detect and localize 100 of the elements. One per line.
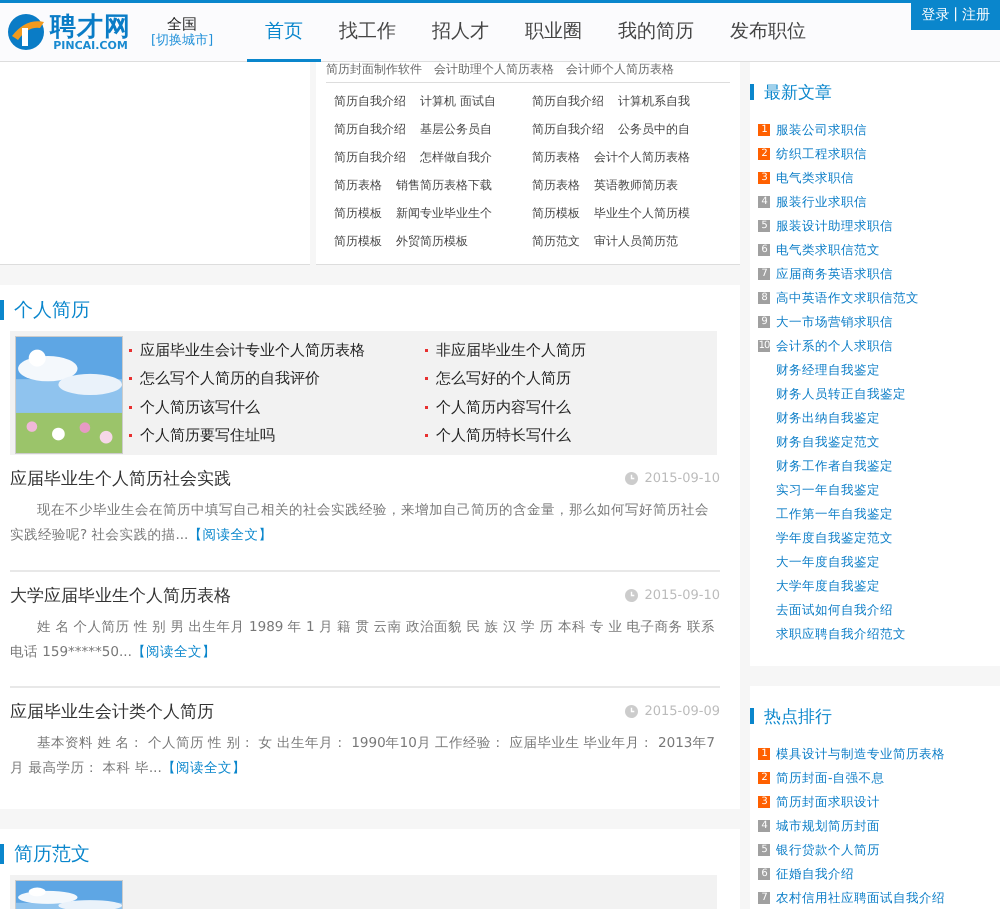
read-more-link[interactable]: 【阅读全文】: [132, 644, 216, 660]
rank-badge: 4: [758, 196, 770, 208]
article-link[interactable]: 个人简历内容写什么: [436, 398, 571, 417]
article-link[interactable]: 实习一年自我鉴定: [776, 482, 880, 498]
category-link[interactable]: 简历自我介绍: [334, 115, 406, 143]
article-link[interactable]: 纺织工程求职信: [776, 146, 867, 162]
logo-domain: PINCAI.COM: [53, 40, 128, 50]
article-summary: 现在不少毕业生会在简历中填写自己相关的社会实践经验，来增加自己简历的含金量，那么如何写好简历社会实践经验呢? 社会实践的描...【阅读全文】: [10, 501, 710, 545]
article-link[interactable]: 财务人员转正自我鉴定: [776, 386, 906, 402]
article-date: 2015-09-10: [644, 471, 720, 486]
category-link[interactable]: 简历自我介绍: [334, 143, 406, 171]
nav-tab[interactable]: 招人才: [414, 2, 508, 62]
separator: |: [953, 6, 958, 24]
article-link[interactable]: 怎么写好的个人简历: [436, 369, 571, 388]
article-link[interactable]: 去面试如何自我介绍: [776, 602, 893, 618]
article-title[interactable]: 大学应届毕业生个人简历表格: [10, 584, 231, 606]
nav-tab[interactable]: 找工作: [321, 2, 414, 62]
rank-badge: 2: [758, 772, 770, 784]
bullet-icon: [425, 377, 428, 380]
keyword-link[interactable]: 销售简历表格下载: [396, 171, 492, 199]
article-link[interactable]: 服装行业求职信: [776, 194, 867, 210]
keyword-link[interactable]: 会计个人简历表格: [594, 143, 690, 171]
article-link[interactable]: 模具设计与制造专业简历表格: [776, 746, 945, 762]
article-link[interactable]: 电气类求职信范文: [776, 242, 880, 258]
article-link[interactable]: 个人简历要写住址吗: [140, 426, 275, 446]
article-link[interactable]: 非应届毕业生个人简历: [436, 340, 586, 360]
article-link[interactable]: 服装设计助理求职信: [776, 218, 893, 234]
nav-tab[interactable]: 发布职位: [712, 2, 824, 62]
keyword-link[interactable]: 会计助理个人简历表格: [434, 62, 554, 76]
article-link[interactable]: 电气类求职信: [776, 170, 854, 186]
bullet-icon: [425, 406, 428, 409]
article-link[interactable]: 财务工作者自我鉴定: [776, 458, 893, 474]
read-more-link[interactable]: 【阅读全文】: [188, 527, 272, 543]
category-link[interactable]: 简历表格: [532, 171, 580, 199]
article-link[interactable]: 求职应聘自我介绍范文: [776, 626, 906, 642]
rank-badge: 9: [758, 316, 770, 328]
article-link[interactable]: 农村信用社应聘面试自我介绍: [776, 890, 945, 906]
category-link[interactable]: 简历自我介绍: [532, 87, 604, 115]
category-link[interactable]: 简历表格: [532, 143, 580, 171]
article-summary: 基本资料 姓 名： 个人简历 性 别： 女 出生年月： 1990年10月 工作经验： 应届毕业生 毕业年月： 2013年7月 最高学历： 本科 毕...【阅读全文】: [10, 734, 716, 778]
rank-badge: 10: [758, 340, 770, 352]
keyword-link[interactable]: 审计人员简历范: [594, 227, 678, 255]
login-link[interactable]: 登录: [921, 6, 950, 24]
article-date: 2015-09-09: [644, 704, 720, 719]
article-link[interactable]: 个人简历该写什么: [140, 398, 260, 417]
nav-tab[interactable]: 职业圈: [507, 2, 600, 62]
category-link[interactable]: 简历自我介绍: [532, 115, 604, 143]
rank-badge: 6: [758, 868, 770, 880]
article-date: 2015-09-10: [644, 588, 720, 602]
category-link[interactable]: 简历模板: [334, 199, 382, 227]
article-link[interactable]: 大一年度自我鉴定: [776, 554, 880, 570]
article-link[interactable]: 大学年度自我鉴定: [776, 578, 880, 594]
article-link[interactable]: 银行贷款个人简历: [776, 842, 880, 858]
article-link[interactable]: 服装公司求职信: [776, 122, 867, 138]
register-link[interactable]: 注册: [962, 6, 990, 24]
keyword-link[interactable]: 毕业生个人简历模: [594, 199, 690, 227]
keyword-link[interactable]: 外贸简历模板: [396, 227, 468, 255]
rank-badge: 7: [758, 892, 770, 904]
article-title[interactable]: 应届毕业生个人简历社会实践: [10, 467, 231, 490]
article-link[interactable]: 工作第一年自我鉴定: [776, 506, 893, 522]
keyword-link[interactable]: 会计师个人简历表格: [566, 62, 674, 76]
article-title[interactable]: 应届毕业生会计类个人简历: [10, 700, 214, 723]
article-link[interactable]: 怎么写个人简历的自我评价: [140, 369, 320, 388]
article-link[interactable]: 财务出纳自我鉴定: [776, 410, 880, 426]
rank-badge: 5: [758, 844, 770, 856]
article-link[interactable]: 个人简历特长写什么: [436, 426, 571, 446]
category-link[interactable]: 简历模板: [334, 227, 382, 255]
rank-badge: 6: [758, 244, 770, 256]
keyword-link[interactable]: 基层公务员自: [420, 115, 492, 143]
rank-badge: 5: [758, 220, 770, 232]
article-link[interactable]: 简历封面-自强不息: [776, 770, 885, 786]
keyword-link[interactable]: 计算机 面试自: [420, 87, 496, 115]
keyword-link[interactable]: 英语教师简历表: [594, 171, 678, 199]
article-link[interactable]: 征婚自我介绍: [776, 866, 854, 882]
article-link[interactable]: 学年度自我鉴定范文: [776, 530, 893, 546]
keyword-link[interactable]: 新闻专业毕业生个: [396, 199, 492, 227]
article-link[interactable]: 会计系的个人求职信: [776, 338, 893, 354]
bullet-icon: [129, 377, 132, 380]
article-link[interactable]: 城市规划简历封面: [776, 818, 880, 834]
article-link[interactable]: 大一市场营销求职信: [776, 314, 893, 330]
nav-tab[interactable]: 我的简历: [600, 2, 712, 62]
category-link[interactable]: 简历范文: [532, 227, 580, 255]
keyword-link[interactable]: 简历封面制作软件: [326, 62, 422, 76]
bullet-icon: [425, 434, 428, 438]
article-link[interactable]: 财务自我鉴定范文: [776, 434, 880, 450]
rank-badge: 8: [758, 292, 770, 304]
category-link[interactable]: 简历表格: [334, 171, 382, 199]
article-link[interactable]: 财务经理自我鉴定: [776, 362, 880, 378]
keyword-link[interactable]: 怎样做自我介: [420, 143, 492, 171]
category-link[interactable]: 简历模板: [532, 199, 580, 227]
article-link[interactable]: 应届商务英语求职信: [776, 266, 893, 282]
article-link[interactable]: 高中英语作文求职信范文: [776, 290, 919, 306]
keyword-link[interactable]: 计算机系自我: [618, 87, 690, 115]
article-link[interactable]: 应届毕业生会计专业个人简历表格: [140, 340, 365, 360]
keyword-link[interactable]: 公务员中的自: [618, 115, 690, 143]
category-link[interactable]: 简历自我介绍: [334, 87, 406, 115]
read-more-link[interactable]: 【阅读全文】: [162, 760, 246, 776]
article-link[interactable]: 简历封面求职设计: [776, 794, 880, 810]
article-summary: 姓 名 个人简历 性 别 男 出生年月 1989 年 1 月 籍 贯 云南 政治面貌 民 族 汉 学 历 本科 专 业 电子商务 联系电话 159*****50...【阅读全文】: [10, 618, 716, 662]
rank-badge: 3: [758, 172, 770, 184]
